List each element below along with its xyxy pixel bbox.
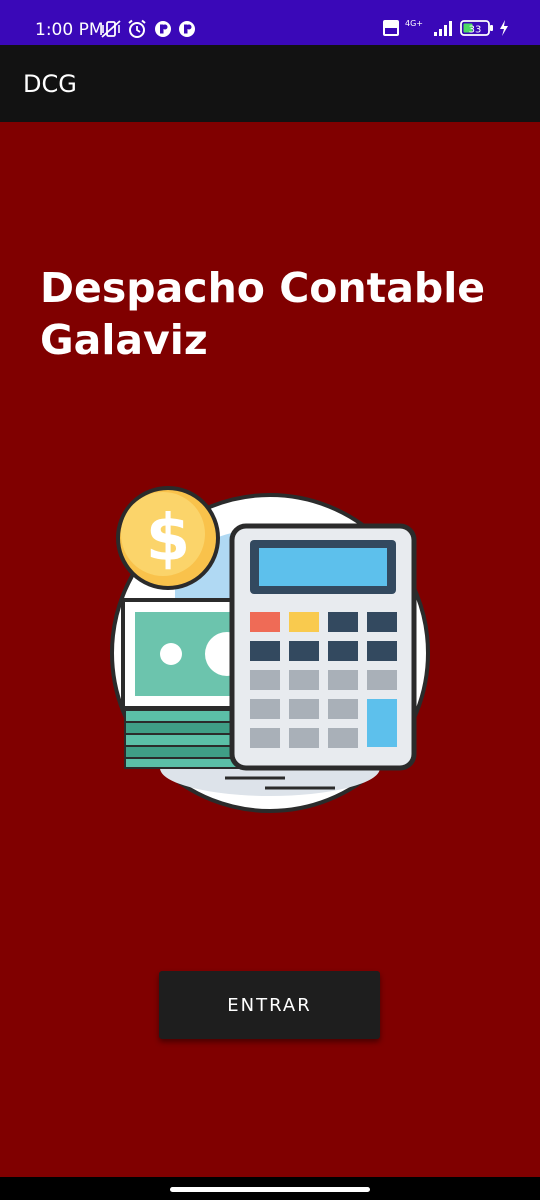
status-bar: 1:00 PM 4G+ 33: [0, 0, 540, 45]
battery-level-text: 33: [468, 25, 481, 36]
status-icons-right: 4G+ 33: [382, 18, 510, 42]
app-notification-icon: [154, 21, 171, 37]
page-title: Despacho Contable Galaviz: [40, 264, 486, 364]
alarm-icon: [128, 19, 147, 38]
network-type-icon: 4G+: [405, 19, 423, 28]
charging-icon: [500, 20, 508, 36]
volte-icon: [383, 20, 400, 36]
signal-icon: [434, 21, 453, 36]
svg-text:$: $: [146, 502, 191, 576]
home-gesture-handle[interactable]: [170, 1187, 370, 1192]
app-bar: DCG: [0, 45, 540, 122]
network-type-text: 4G+: [405, 19, 423, 28]
app-notification-icon: [179, 21, 196, 37]
vibrate-off-icon: [101, 20, 121, 38]
navigation-bar: [0, 1177, 540, 1200]
illustration: $: [105, 478, 435, 818]
app-title: DCG: [23, 70, 77, 98]
enter-button[interactable]: ENTRAR: [159, 971, 380, 1039]
status-icons-left: [100, 18, 197, 42]
calculator-money-icon: $: [110, 486, 430, 813]
status-time: 1:00 PM: [35, 20, 104, 40]
battery-icon: 33: [459, 20, 493, 36]
